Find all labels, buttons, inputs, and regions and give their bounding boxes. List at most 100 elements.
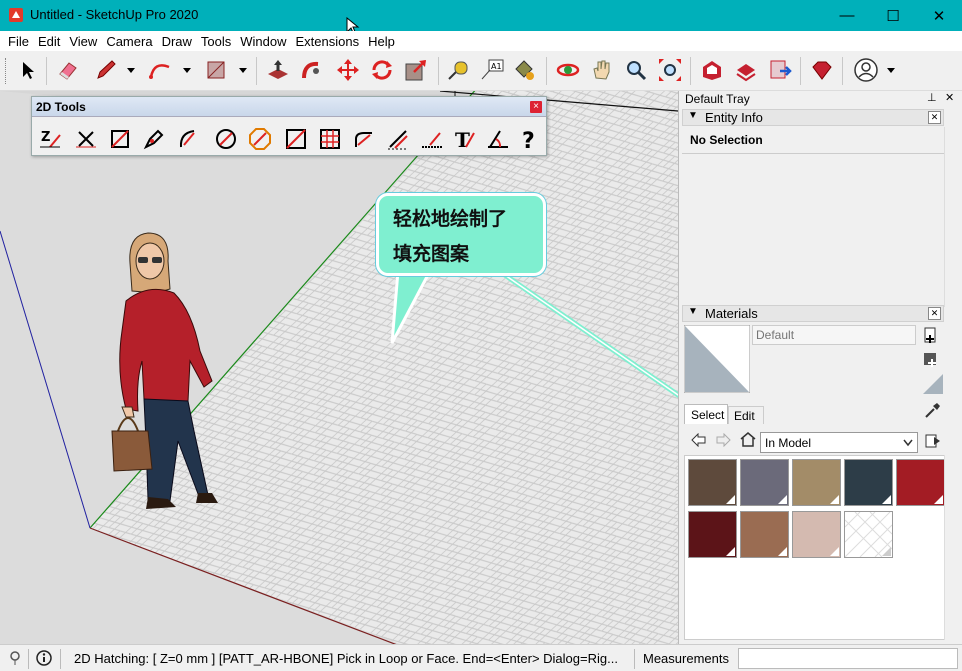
entity-info-scrollbar[interactable] [944,127,957,307]
push-pull-button[interactable] [264,56,292,84]
angle-2d-button[interactable] [484,125,512,153]
material-library-select[interactable]: In Model [760,432,918,453]
rectangle-2d-button[interactable] [106,125,134,153]
material-name-input[interactable] [752,325,916,345]
menu-view[interactable]: View [65,31,102,51]
2d-tools-close-button[interactable]: × [530,101,542,113]
material-swatch[interactable] [740,459,789,506]
status-message: 2D Hatching: [ Z=0 mm ] [PATT_AR-HBONE] … [74,651,618,666]
material-swatch[interactable] [792,459,841,506]
materials-scrollbar[interactable] [944,455,957,640]
selection-status: No Selection [690,133,763,147]
extension-warehouse-button[interactable] [808,56,836,84]
minimize-button[interactable]: — [824,0,870,31]
x-line-button[interactable] [72,125,100,153]
share-component-button[interactable] [766,56,794,84]
circle-2d-button[interactable] [212,125,240,153]
chevron-down-icon[interactable] [182,65,192,75]
forward-arrow-icon[interactable] [715,433,731,447]
follow-me-button[interactable] [298,56,326,84]
menu-window[interactable]: Window [236,31,291,51]
details-arrow-icon[interactable] [925,433,941,449]
add-to-model-icon[interactable] [922,349,940,367]
chevron-down-icon[interactable] [126,65,136,75]
location-pin-icon[interactable] [7,650,23,666]
z-line-button[interactable]: Z [36,125,64,153]
tab-select[interactable]: Select [684,404,728,424]
rotate-tool-button[interactable] [368,56,396,84]
back-arrow-icon[interactable] [691,433,707,447]
tab-edit[interactable]: Edit [728,406,764,424]
material-swatch[interactable] [792,511,841,558]
paint-bucket-button[interactable] [510,56,538,84]
menu-draw[interactable]: Draw [158,31,197,51]
upload-model-icon [736,64,756,82]
pin-icon[interactable]: ⊥ [927,91,937,104]
materials-title: Materials [705,306,758,321]
toolbar-grip[interactable] [5,58,8,84]
dim-line-2d-button[interactable] [418,125,446,153]
materials-close-icon[interactable]: ✕ [928,307,941,320]
text-2d-button[interactable]: T [450,125,478,153]
square-2d-button[interactable] [282,125,310,153]
line-tool-button[interactable] [92,56,120,84]
menu-extensions[interactable]: Extensions [292,31,365,51]
menu-help[interactable]: Help [364,31,400,51]
warehouse-button[interactable] [698,56,726,84]
menu-camera[interactable]: Camera [102,31,157,51]
chevron-down-icon[interactable] [238,65,248,75]
maximize-button[interactable]: ☐ [870,0,916,31]
arc-icon [149,64,170,79]
zoom-button[interactable] [622,56,650,84]
pen-2d-button[interactable] [140,125,168,153]
entity-info-close-icon[interactable]: ✕ [928,111,941,124]
pencil-icon [97,60,116,79]
chevron-down-icon [903,439,913,447]
chevron-down-icon[interactable] [886,65,896,75]
material-swatch[interactable] [896,459,945,506]
text-tool-button[interactable]: A1 [478,56,506,84]
zoom-extents-button[interactable] [656,56,684,84]
shape-tool-button[interactable] [202,56,230,84]
arc-2d-button[interactable] [174,125,202,153]
polygon-2d-button[interactable] [246,125,274,153]
help-2d-button[interactable]: ? [516,125,544,153]
zoom-extents-icon [659,59,681,81]
materials-header[interactable]: ▼ Materials ✕ [682,305,944,322]
orbit-button[interactable] [554,56,582,84]
tray-close-icon[interactable]: ✕ [945,91,954,104]
select-tool-button[interactable] [14,56,42,84]
collapse-arrow-icon: ▼ [688,110,698,121]
2d-tools-header[interactable]: 2D Tools × [32,97,546,117]
menu-tools[interactable]: Tools [197,31,236,51]
move-tool-button[interactable] [334,56,362,84]
window-title: Untitled - SketchUp Pro 2020 [30,7,199,22]
material-swatch-hatch[interactable] [844,511,893,558]
material-swatch[interactable] [688,459,737,506]
offset-2d-button[interactable] [384,125,412,153]
account-button[interactable] [852,56,880,84]
scale-tool-button[interactable] [402,56,430,84]
create-material-icon[interactable] [922,327,940,345]
text-label-icon: A1 [481,59,504,80]
eraser-tool-button[interactable] [54,56,82,84]
home-icon[interactable] [739,431,757,447]
pan-button[interactable] [588,56,616,84]
arc-tool-button[interactable] [146,56,174,84]
measurements-input[interactable] [738,648,958,669]
tape-measure-button[interactable] [444,56,472,84]
material-swatch[interactable] [844,459,893,506]
share-model-button[interactable] [732,56,760,84]
menu-file[interactable]: File [4,31,34,51]
material-preview [684,325,750,393]
material-swatch[interactable] [688,511,737,558]
close-button[interactable]: ✕ [916,0,962,31]
fillet-2d-button[interactable] [350,125,378,153]
hatch-2d-button[interactable] [316,125,344,153]
entity-info-header[interactable]: ▼ Entity Info ✕ [682,109,944,126]
material-swatch[interactable] [740,511,789,558]
menu-edit[interactable]: Edit [34,31,65,51]
eyedropper-icon[interactable] [923,401,941,419]
info-icon[interactable] [36,650,52,666]
modeling-viewport[interactable] [0,91,678,644]
